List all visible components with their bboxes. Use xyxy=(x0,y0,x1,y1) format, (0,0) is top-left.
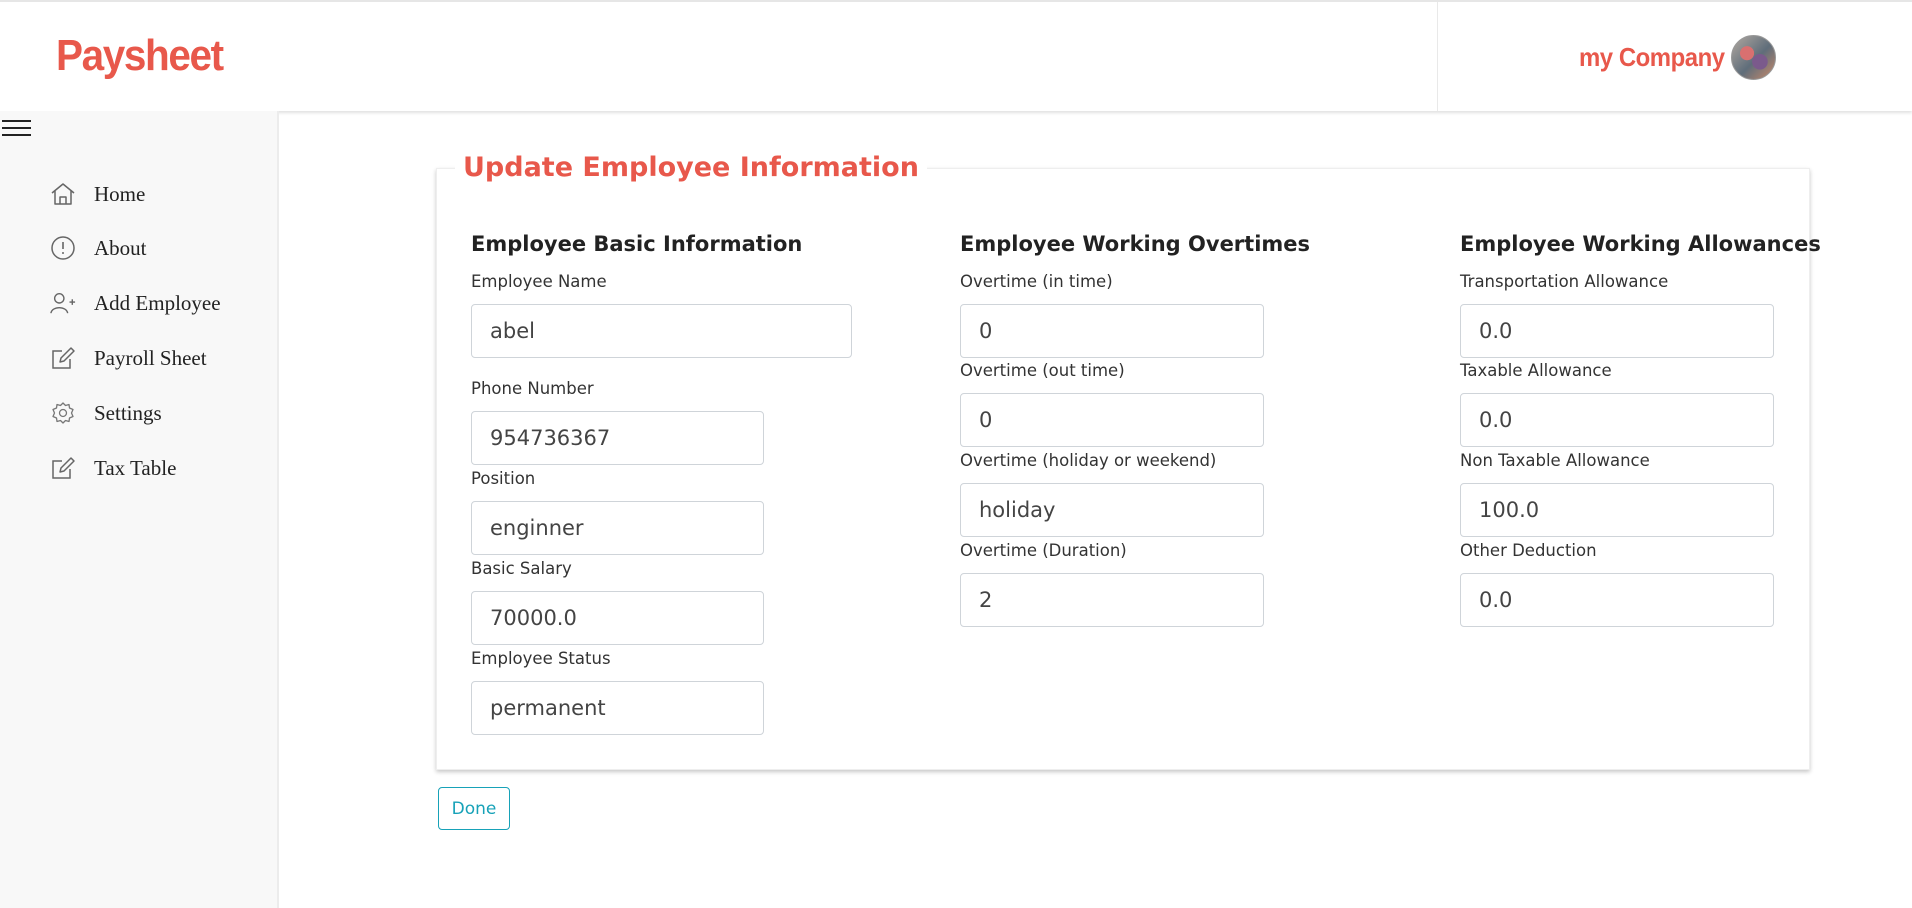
overtimes-heading: Employee Working Overtimes xyxy=(960,232,1311,256)
home-icon xyxy=(50,181,76,207)
basic-salary-label: Basic Salary xyxy=(471,559,572,578)
brand-logo[interactable]: Paysheet xyxy=(56,31,224,81)
employee-name-label: Employee Name xyxy=(471,272,607,291)
other-deduction-input[interactable] xyxy=(1460,573,1774,627)
sidebar-item-payroll-sheet[interactable]: Payroll Sheet xyxy=(50,342,207,374)
sidebar xyxy=(0,111,279,908)
sidebar-item-home[interactable]: Home xyxy=(50,178,145,210)
hamburger-menu-icon[interactable] xyxy=(2,118,31,140)
page-title: Update Employee Information xyxy=(455,152,927,183)
overtime-in-input[interactable] xyxy=(960,304,1264,358)
employee-status-label: Employee Status xyxy=(471,649,611,668)
avatar[interactable] xyxy=(1731,35,1776,80)
position-input[interactable] xyxy=(471,501,764,555)
sidebar-item-label: Payroll Sheet xyxy=(94,345,207,370)
sidebar-item-label: Add Employee xyxy=(94,290,221,315)
employee-status-input[interactable] xyxy=(471,681,764,735)
sidebar-item-label: Home xyxy=(94,181,146,206)
basic-info-heading: Employee Basic Information xyxy=(471,232,803,256)
allowances-heading: Employee Working Allowances xyxy=(1460,232,1821,256)
sidebar-item-add-employee[interactable]: Add Employee xyxy=(50,287,221,319)
phone-number-input[interactable] xyxy=(471,411,764,465)
top-header: Paysheet my Company xyxy=(0,0,1912,111)
sidebar-item-label: About xyxy=(94,235,147,260)
basic-salary-input[interactable] xyxy=(471,591,764,645)
taxable-allowance-input[interactable] xyxy=(1460,393,1774,447)
phone-number-label: Phone Number xyxy=(471,379,594,398)
company-name[interactable]: my Company xyxy=(1579,42,1725,73)
non-taxable-allowance-input[interactable] xyxy=(1460,483,1774,537)
overtime-duration-input[interactable] xyxy=(960,573,1264,627)
position-label: Position xyxy=(471,469,536,488)
overtime-in-label: Overtime (in time) xyxy=(960,272,1113,291)
overtime-out-input[interactable] xyxy=(960,393,1264,447)
edit-icon xyxy=(50,455,76,481)
overtime-duration-label: Overtime (Duration) xyxy=(960,541,1127,560)
sidebar-item-about[interactable]: About xyxy=(50,232,147,264)
sidebar-item-tax-table[interactable]: Tax Table xyxy=(50,452,176,484)
transportation-allowance-input[interactable] xyxy=(1460,304,1774,358)
edit-icon xyxy=(50,345,76,371)
sidebar-item-label: Tax Table xyxy=(94,455,177,480)
header-divider xyxy=(1437,2,1438,111)
non-taxable-allowance-label: Non Taxable Allowance xyxy=(1460,451,1650,470)
overtime-holiday-label: Overtime (holiday or weekend) xyxy=(960,451,1217,470)
transportation-allowance-label: Transportation Allowance xyxy=(1460,272,1669,291)
add-user-icon xyxy=(50,290,76,316)
employee-name-input[interactable] xyxy=(471,304,852,358)
other-deduction-label: Other Deduction xyxy=(1460,541,1597,560)
sidebar-item-settings[interactable]: Settings xyxy=(50,397,162,429)
info-icon xyxy=(50,235,76,261)
taxable-allowance-label: Taxable Allowance xyxy=(1460,361,1612,380)
sidebar-item-label: Settings xyxy=(94,400,162,425)
overtime-out-label: Overtime (out time) xyxy=(960,361,1125,380)
gear-icon xyxy=(50,400,76,426)
overtime-holiday-input[interactable] xyxy=(960,483,1264,537)
done-button[interactable]: Done xyxy=(438,787,510,830)
